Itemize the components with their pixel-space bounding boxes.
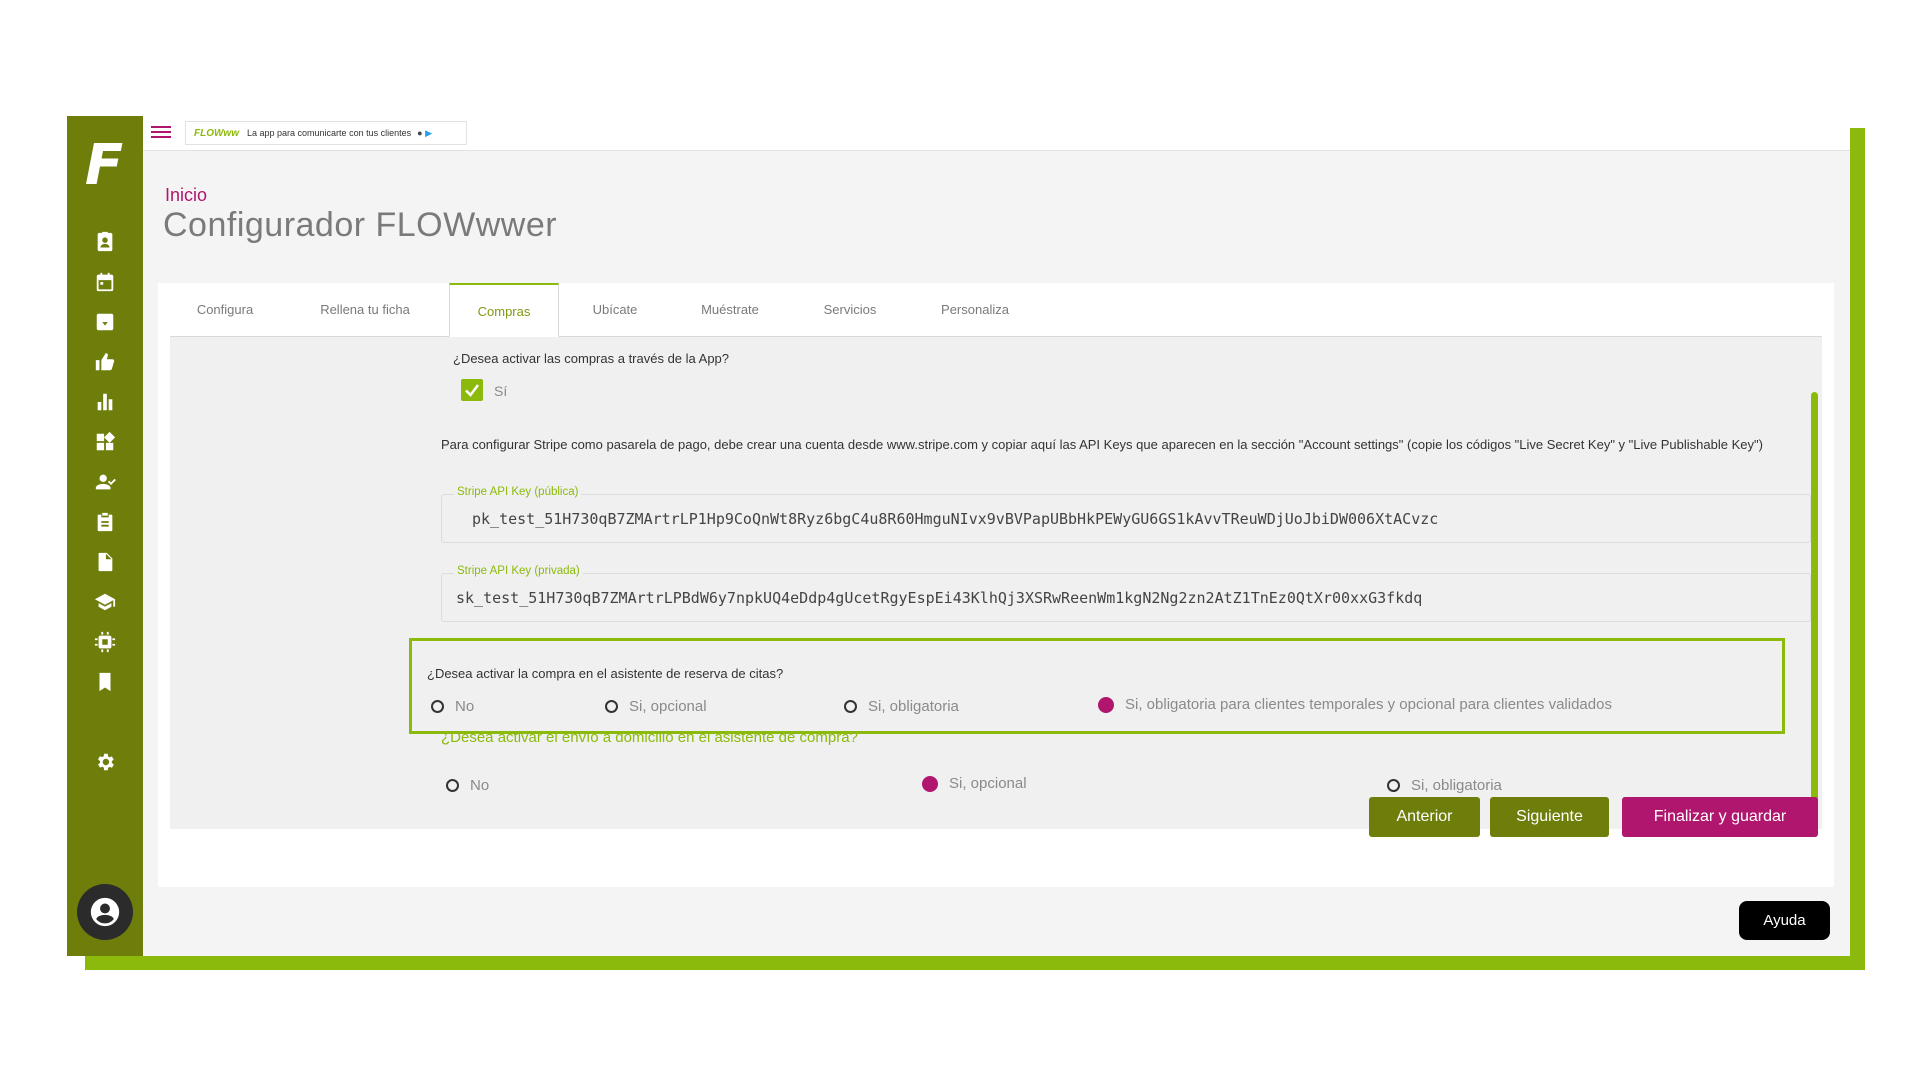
tab-bar: Configura Rellena tu ficha Compras Ubíca… [170,283,1822,337]
tab-servicios[interactable]: Servicios [795,283,905,336]
stripe-public-key-label: Stripe API Key (pública) [454,486,582,498]
tab-personaliza[interactable]: Personaliza [915,283,1035,336]
thumbs-up-icon[interactable] [91,348,119,376]
booking-option-mixta[interactable]: Si, obligatoria para clientes temporales… [1098,696,1612,713]
play-store-icon: ▶ [425,127,432,138]
top-bar: FLOWww La app para comunicarte con tus c… [143,116,1850,151]
delivery-option-si-obligatoria[interactable]: Si, obligatoria [1387,777,1502,794]
radio-selected-icon [922,775,938,792]
frame-accent-right [1850,128,1865,970]
stripe-private-key-field: Stripe API Key (privada) [441,565,1811,622]
contact-card-icon[interactable] [91,228,119,256]
delivery-option-si-opcional[interactable]: Si, opcional [922,775,1027,792]
user-check-icon[interactable] [91,468,119,496]
promo-text: La app para comunicarte con tus clientes [247,128,412,138]
booking-question: ¿Desea activar la compra en el asistente… [427,666,784,681]
help-button[interactable]: Ayuda [1739,901,1830,940]
radio-label: Si, obligatoria [1411,777,1502,794]
purchases-checkbox-label: Sí [494,383,508,399]
document-icon[interactable] [91,548,119,576]
store-icons: ● ▶ [417,128,432,139]
tab-compras[interactable]: Compras [449,283,559,337]
tab-ubicate[interactable]: Ubícate [565,283,665,336]
bookmark-icon[interactable] [91,668,119,696]
radio-icon [431,700,444,713]
app-logo[interactable]: F [81,138,127,194]
chip-icon[interactable] [91,628,119,656]
tab-configura[interactable]: Configura [170,283,280,336]
configurator-card: Configura Rellena tu ficha Compras Ubíca… [158,283,1834,887]
calendar-icon[interactable] [91,268,119,296]
scrollbar[interactable] [1811,392,1818,817]
tab-muestrate[interactable]: Muéstrate [675,283,785,336]
stripe-public-key-input[interactable] [470,505,1814,533]
hamburger-menu-icon[interactable] [151,123,171,141]
purchases-checkbox[interactable] [461,379,483,401]
stripe-public-key-field: Stripe API Key (pública) [441,486,1814,543]
purchases-question: ¿Desea activar las compras a través de l… [453,351,730,366]
radio-label: Si, opcional [629,698,707,715]
promo-brand: FLOWww [194,127,239,139]
stripe-private-key-label: Stripe API Key (privada) [454,565,583,577]
widgets-icon[interactable] [91,428,119,456]
radio-icon [1387,779,1400,792]
previous-button[interactable]: Anterior [1369,797,1480,837]
breadcrumb[interactable]: Inicio [165,185,207,206]
gear-icon[interactable] [91,748,119,776]
booking-option-si-opcional[interactable]: Si, opcional [605,698,707,715]
user-avatar-icon[interactable] [77,884,133,940]
sidebar: F [67,116,143,956]
stripe-info-text: Para configurar Stripe como pasarela de … [441,437,1763,452]
radio-selected-icon [1098,696,1114,713]
apple-icon: ● [417,127,423,138]
app-promo-banner[interactable]: FLOWww La app para comunicarte con tus c… [185,121,467,145]
radio-icon [446,779,459,792]
inbox-icon[interactable] [91,308,119,336]
radio-label: No [455,698,475,715]
radio-icon [844,700,857,713]
booking-option-no[interactable]: No [431,698,474,715]
bar-chart-icon[interactable] [91,388,119,416]
stripe-private-key-input[interactable] [454,584,1798,612]
radio-label: Si, opcional [949,775,1027,792]
radio-label: Si, obligatoria para clientes temporales… [1125,696,1612,713]
graduation-cap-icon[interactable] [91,588,119,616]
frame-accent-bottom [85,956,1865,970]
booking-option-si-obligatoria[interactable]: Si, obligatoria [844,698,959,715]
delivery-option-no[interactable]: No [446,777,489,794]
tab-rellena-tu-ficha[interactable]: Rellena tu ficha [290,283,440,336]
page-title: Configurador FLOWwwer [163,206,558,244]
clipboard-icon[interactable] [91,508,119,536]
next-button[interactable]: Siguiente [1490,797,1609,837]
radio-label: Si, obligatoria [868,698,959,715]
radio-label: No [470,777,490,794]
app-window: F FLOWww La app para comunicarte con tus… [67,116,1850,956]
finish-and-save-button[interactable]: Finalizar y guardar [1622,797,1818,837]
booking-question-box: ¿Desea activar la compra en el asistente… [409,638,1785,734]
compras-panel: ¿Desea activar las compras a través de l… [170,337,1822,829]
radio-icon [605,700,618,713]
